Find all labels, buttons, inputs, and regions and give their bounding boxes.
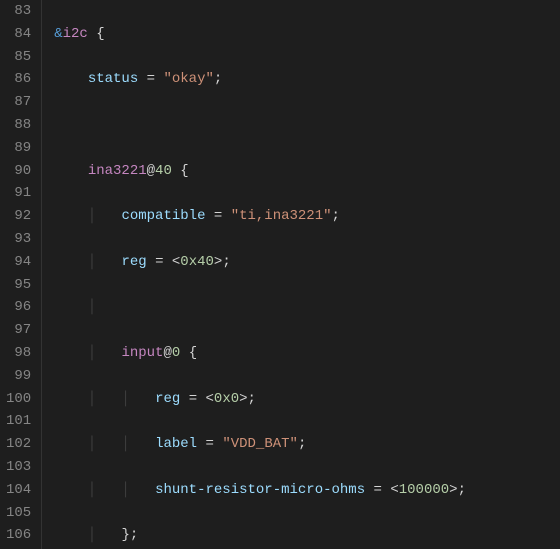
property-token: compatible xyxy=(121,208,205,224)
semicolon-token: ; xyxy=(332,208,340,224)
indent-guide: │ │ xyxy=(54,391,155,407)
property-token: reg xyxy=(155,391,180,407)
address-token: 40 xyxy=(155,163,172,179)
line-number: 95 xyxy=(6,274,31,297)
at-token: @ xyxy=(147,163,155,179)
code-editor: 8384858687888990919293949596979899100101… xyxy=(0,0,560,549)
line-number: 99 xyxy=(6,365,31,388)
code-line: status = "okay"; xyxy=(54,68,560,91)
identifier-token: ina3221 xyxy=(88,163,147,179)
line-number: 91 xyxy=(6,182,31,205)
code-line: │ xyxy=(54,296,560,319)
operator-token: = xyxy=(197,436,222,452)
ampersand-token: & xyxy=(54,26,62,42)
semicolon-token: ; xyxy=(298,436,306,452)
identifier-token: i2c xyxy=(63,26,88,42)
property-token: reg xyxy=(121,254,146,270)
code-area[interactable]: &i2c { status = "okay"; ina3221@40 { │ c… xyxy=(42,0,560,549)
semicolon-token: ; xyxy=(248,391,256,407)
line-number: 100 xyxy=(6,388,31,411)
operator-token: = xyxy=(147,254,172,270)
indent-guide: │ │ xyxy=(54,436,155,452)
brace-token: { xyxy=(189,345,197,361)
angle-token: < xyxy=(206,391,214,407)
identifier-token: input xyxy=(121,345,163,361)
code-line: ina3221@40 { xyxy=(54,160,560,183)
string-token: "okay" xyxy=(163,71,213,87)
indent-guide: │ xyxy=(54,345,121,361)
code-line: │ }; xyxy=(54,524,560,547)
code-line: │ │ label = "VDD_BAT"; xyxy=(54,433,560,456)
line-number: 83 xyxy=(6,0,31,23)
semicolon-token: ; xyxy=(214,71,222,87)
whitespace xyxy=(172,163,180,179)
code-line: │ │ shunt-resistor-micro-ohms = <100000>… xyxy=(54,479,560,502)
line-number: 106 xyxy=(6,524,31,547)
line-number: 84 xyxy=(6,23,31,46)
semicolon-token: ; xyxy=(458,482,466,498)
line-number: 103 xyxy=(6,456,31,479)
line-number: 86 xyxy=(6,68,31,91)
operator-token: = xyxy=(205,208,230,224)
number-token: 0x40 xyxy=(180,254,214,270)
line-number: 87 xyxy=(6,91,31,114)
line-number: 89 xyxy=(6,137,31,160)
semicolon-token: ; xyxy=(222,254,230,270)
brace-token: { xyxy=(180,163,188,179)
string-token: "VDD_BAT" xyxy=(222,436,298,452)
operator-token: = xyxy=(138,71,163,87)
indent-guide: │ │ xyxy=(54,482,155,498)
line-number: 102 xyxy=(6,433,31,456)
line-number: 96 xyxy=(6,296,31,319)
property-token: shunt-resistor-micro-ohms xyxy=(155,482,365,498)
indent xyxy=(54,71,88,87)
brace-token: } xyxy=(121,527,129,543)
angle-token: < xyxy=(390,482,398,498)
line-number: 93 xyxy=(6,228,31,251)
indent-guide: │ xyxy=(54,254,121,270)
whitespace xyxy=(180,345,188,361)
code-line: │ reg = <0x40>; xyxy=(54,251,560,274)
line-number: 85 xyxy=(6,46,31,69)
indent-guide: │ xyxy=(54,299,96,315)
code-line: │ input@0 { xyxy=(54,342,560,365)
indent-guide: │ xyxy=(54,527,121,543)
property-token: status xyxy=(88,71,138,87)
line-number: 97 xyxy=(6,319,31,342)
angle-token: > xyxy=(239,391,247,407)
brace-token: { xyxy=(96,26,104,42)
operator-token: = xyxy=(180,391,205,407)
code-line: │ compatible = "ti,ina3221"; xyxy=(54,205,560,228)
whitespace xyxy=(88,26,96,42)
number-token: 0x0 xyxy=(214,391,239,407)
indent-guide: │ xyxy=(54,208,121,224)
line-number: 88 xyxy=(6,114,31,137)
property-token: label xyxy=(155,436,197,452)
at-token: @ xyxy=(163,345,171,361)
angle-token: > xyxy=(449,482,457,498)
string-token: "ti,ina3221" xyxy=(231,208,332,224)
indent xyxy=(54,163,88,179)
code-line xyxy=(54,114,560,137)
number-token: 100000 xyxy=(399,482,449,498)
line-number: 104 xyxy=(6,479,31,502)
operator-token: = xyxy=(365,482,390,498)
line-number: 98 xyxy=(6,342,31,365)
semicolon-token: ; xyxy=(130,527,138,543)
line-number: 92 xyxy=(6,205,31,228)
line-number: 101 xyxy=(6,410,31,433)
line-number: 105 xyxy=(6,502,31,525)
line-number-gutter: 8384858687888990919293949596979899100101… xyxy=(0,0,42,549)
line-number: 90 xyxy=(6,160,31,183)
code-line: │ │ reg = <0x0>; xyxy=(54,388,560,411)
code-line: &i2c { xyxy=(54,23,560,46)
line-number: 94 xyxy=(6,251,31,274)
